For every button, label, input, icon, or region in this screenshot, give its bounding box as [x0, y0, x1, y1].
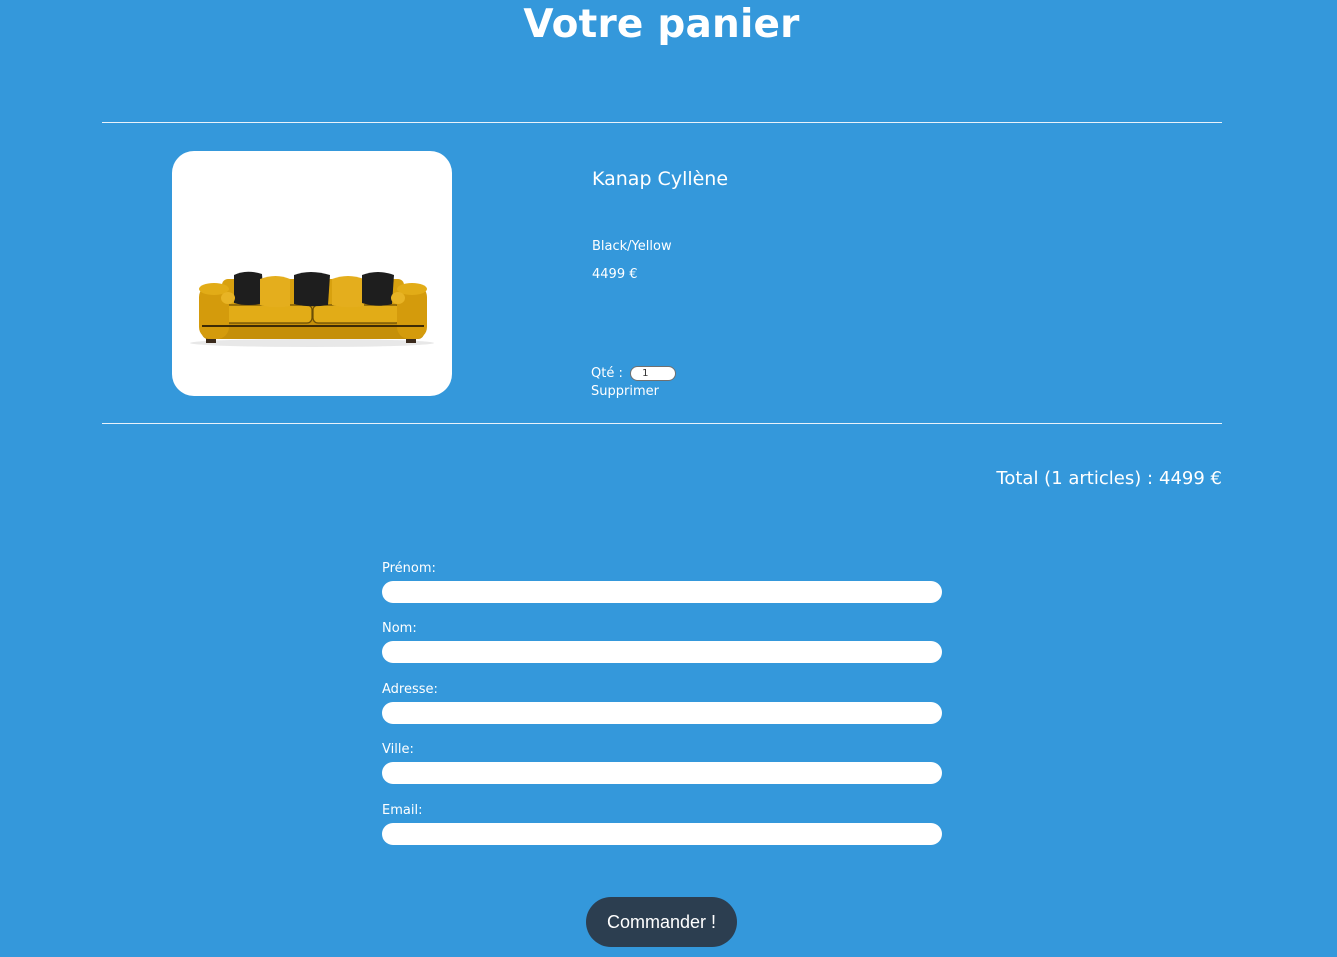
product-name: Kanap Cyllène [592, 168, 729, 190]
first-name-label: Prénom: [382, 561, 436, 576]
last-name-field[interactable] [382, 641, 942, 663]
cart-total: Total (1 articles) : 4499 € [996, 468, 1222, 489]
quantity-input[interactable] [629, 366, 676, 381]
order-button[interactable]: Commander ! [586, 897, 737, 947]
last-name-label: Nom: [382, 621, 417, 636]
email-group: Email: [382, 803, 942, 845]
address-label: Adresse: [382, 682, 438, 697]
item-divider-bottom [102, 423, 1222, 424]
address-field[interactable] [382, 702, 942, 724]
product-image [172, 151, 452, 396]
city-group: Ville: [382, 742, 942, 784]
address-group: Adresse: [382, 682, 942, 724]
city-label: Ville: [382, 742, 414, 757]
quantity-row: Qté : [591, 366, 676, 381]
delete-item-link[interactable]: Supprimer [591, 384, 659, 399]
city-field[interactable] [382, 762, 942, 784]
item-divider-top [102, 122, 1222, 123]
total-label: Total (1 articles) : [996, 468, 1154, 489]
product-price: 4499 € [592, 267, 638, 282]
sofa-illustration [190, 271, 434, 347]
last-name-group: Nom: [382, 621, 942, 663]
total-price: 4499 € [1159, 468, 1222, 489]
first-name-field[interactable] [382, 581, 942, 603]
page-title: Votre panier [523, 2, 800, 47]
email-field[interactable] [382, 823, 942, 845]
cart-page: Votre panier Kanap Cyllène Black/Yellow … [0, 0, 1337, 957]
email-label: Email: [382, 803, 423, 818]
quantity-label: Qté : [591, 366, 623, 381]
product-color: Black/Yellow [592, 239, 672, 254]
first-name-group: Prénom: [382, 561, 942, 603]
